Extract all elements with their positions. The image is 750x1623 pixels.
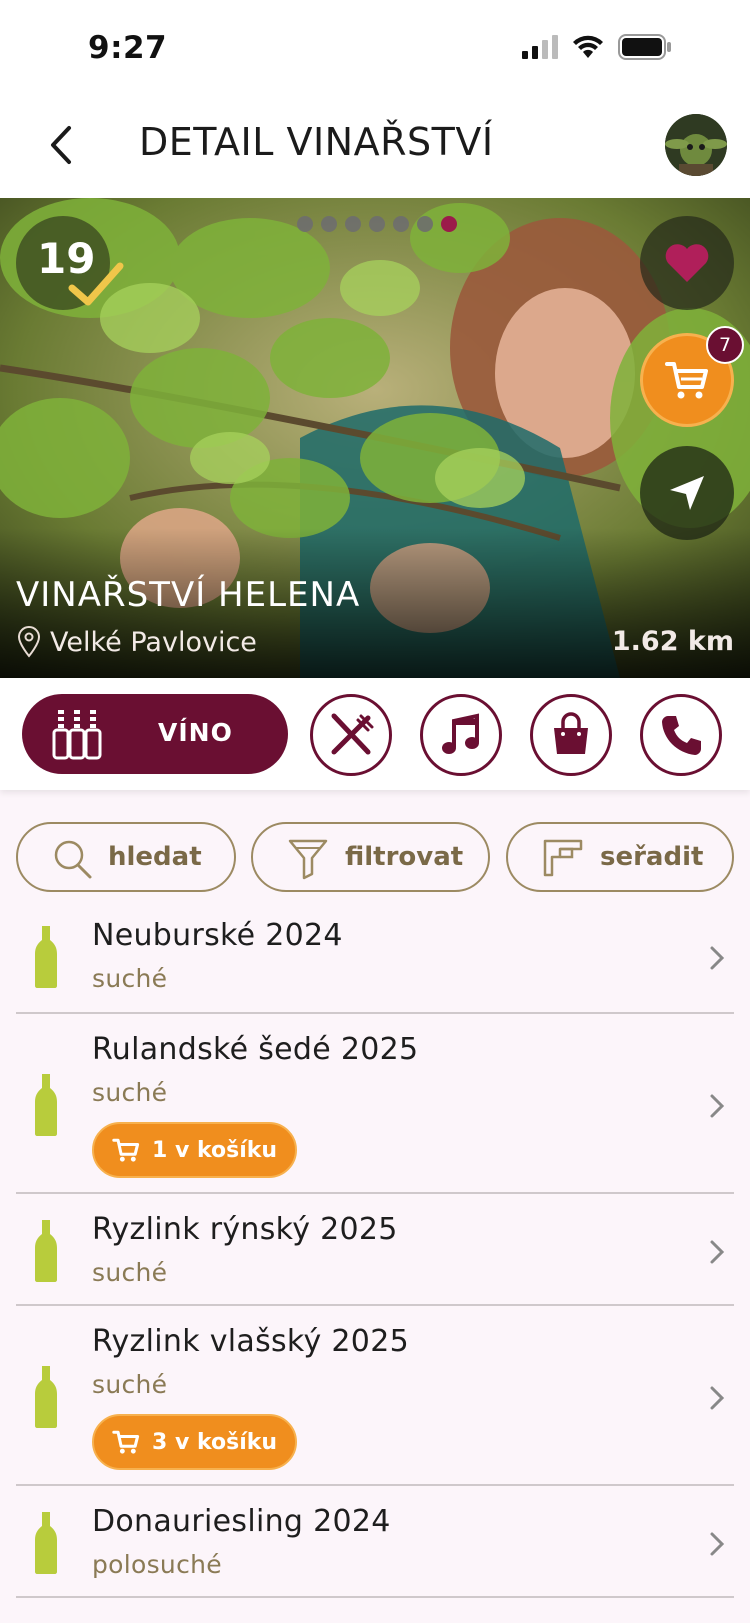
status-time: 9:27 [88, 30, 168, 66]
wine-type: suché [92, 1078, 168, 1107]
filter-label: filtrovat [345, 842, 464, 872]
wine-name: Ryzlink rýnský 2025 [92, 1212, 398, 1247]
in-cart-badge[interactable]: 3 v košíku [92, 1414, 298, 1470]
favorite-button[interactable] [640, 216, 734, 310]
chevron-left-icon [51, 126, 71, 164]
search-button[interactable]: hledat [16, 822, 236, 892]
tab-music[interactable] [420, 694, 502, 776]
wine-row[interactable]: Neuburské 2024 suché [0, 902, 750, 1014]
tab-contact[interactable] [640, 694, 722, 776]
wine-type: suché [92, 964, 168, 993]
cart-count-badge: 7 [706, 326, 744, 364]
back-button[interactable] [36, 120, 86, 170]
wine-type: polosuché [92, 1550, 222, 1579]
search-label: hledat [108, 842, 202, 872]
gallery-dot[interactable] [321, 216, 337, 232]
winery-location: Velké Pavlovice [16, 626, 257, 658]
wine-bottle-icon [35, 1220, 57, 1282]
location-pin-icon [17, 626, 41, 658]
wine-bottle-icon [35, 1512, 57, 1574]
fork-knife-icon [331, 713, 374, 755]
gallery-dot-active[interactable] [441, 216, 457, 232]
list-controls: hledat filtrovat seřadit [0, 822, 750, 894]
wine-type: suché [92, 1258, 168, 1287]
filter-icon [288, 839, 328, 880]
navigate-button[interactable] [640, 446, 734, 540]
chevron-right-icon [710, 1240, 725, 1264]
chevron-right-icon [710, 1386, 725, 1410]
status-icons [522, 34, 672, 60]
winery-name: VINAŘSTVÍ HELENA [16, 575, 361, 615]
page-title: DETAIL VINAŘSTVÍ [139, 120, 494, 164]
tab-shop[interactable] [530, 694, 612, 776]
cart-icon [112, 1430, 140, 1454]
chevron-right-icon [710, 1532, 725, 1556]
hero-gallery[interactable]: 19 7 VINAŘSTVÍ HELENA Velké Pavlovice 1.… [0, 198, 750, 678]
shopping-bag-icon [554, 712, 588, 754]
checkmark-icon [68, 262, 124, 306]
gallery-dot[interactable] [369, 216, 385, 232]
visit-count-badge: 19 [16, 216, 124, 310]
wine-row[interactable]: Ryzlink rýnský 2025 suché [0, 1194, 750, 1306]
chevron-right-icon [710, 946, 725, 970]
wine-type: suché [92, 1370, 168, 1399]
wine-row[interactable]: Ryzlink vlašský 2025 suché 3 v košíku [0, 1306, 750, 1486]
sort-label: seřadit [600, 842, 704, 872]
filter-button[interactable]: filtrovat [251, 822, 490, 892]
wine-row[interactable]: Rulandské šedé 2025 suché 1 v košíku [0, 1014, 750, 1194]
avatar[interactable] [665, 114, 727, 176]
chevron-right-icon [710, 1094, 725, 1118]
music-note-icon [442, 713, 479, 754]
sort-button[interactable]: seřadit [506, 822, 734, 892]
gallery-dots [297, 216, 457, 232]
gallery-dot[interactable] [393, 216, 409, 232]
signal-icon [522, 35, 558, 59]
tab-wine-label: VÍNO [158, 718, 233, 747]
status-bar: 9:27 [0, 0, 750, 100]
wifi-icon [573, 35, 603, 58]
category-tabs: VÍNO [0, 678, 750, 790]
header: DETAIL VINAŘSTVÍ [0, 100, 750, 198]
wine-name: Ryzlink vlašský 2025 [92, 1324, 409, 1359]
in-cart-badge[interactable]: 1 v košíku [92, 1122, 298, 1178]
wine-bottles-icon [52, 710, 102, 760]
cart-icon [112, 1138, 140, 1162]
battery-icon [618, 34, 671, 60]
in-cart-label: 3 v košíku [152, 1429, 278, 1455]
distance-label: 1.62 km [611, 626, 734, 657]
navigation-arrow-icon [670, 476, 704, 510]
gallery-dot[interactable] [345, 216, 361, 232]
heart-icon [665, 244, 709, 282]
location-label: Velké Pavlovice [50, 626, 257, 658]
wine-bottle-icon [35, 1366, 57, 1428]
gallery-dot[interactable] [417, 216, 433, 232]
phone-icon [662, 716, 701, 755]
in-cart-label: 1 v košíku [152, 1137, 278, 1163]
tab-food[interactable] [310, 694, 392, 776]
wine-bottle-icon [35, 1074, 57, 1136]
cart-icon [665, 362, 708, 399]
gallery-dot[interactable] [297, 216, 313, 232]
sort-icon [543, 839, 583, 877]
wine-bottle-icon [35, 926, 57, 988]
tab-wine[interactable]: VÍNO [22, 694, 288, 774]
wine-row[interactable]: Donauriesling 2024 polosuché [0, 1486, 750, 1598]
search-icon [54, 840, 92, 879]
wine-name: Rulandské šedé 2025 [92, 1032, 419, 1067]
wine-name: Neuburské 2024 [92, 918, 343, 953]
wine-name: Donauriesling 2024 [92, 1504, 391, 1539]
